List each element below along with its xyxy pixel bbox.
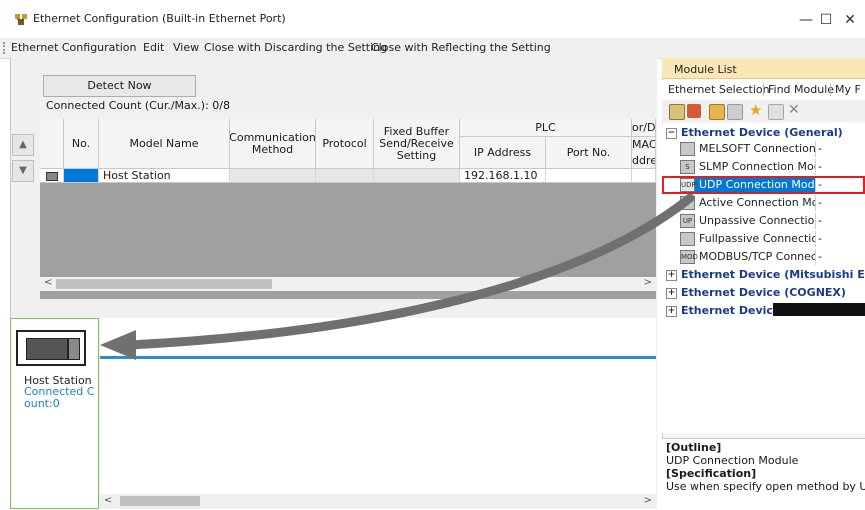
drag-arrow bbox=[100, 193, 695, 360]
